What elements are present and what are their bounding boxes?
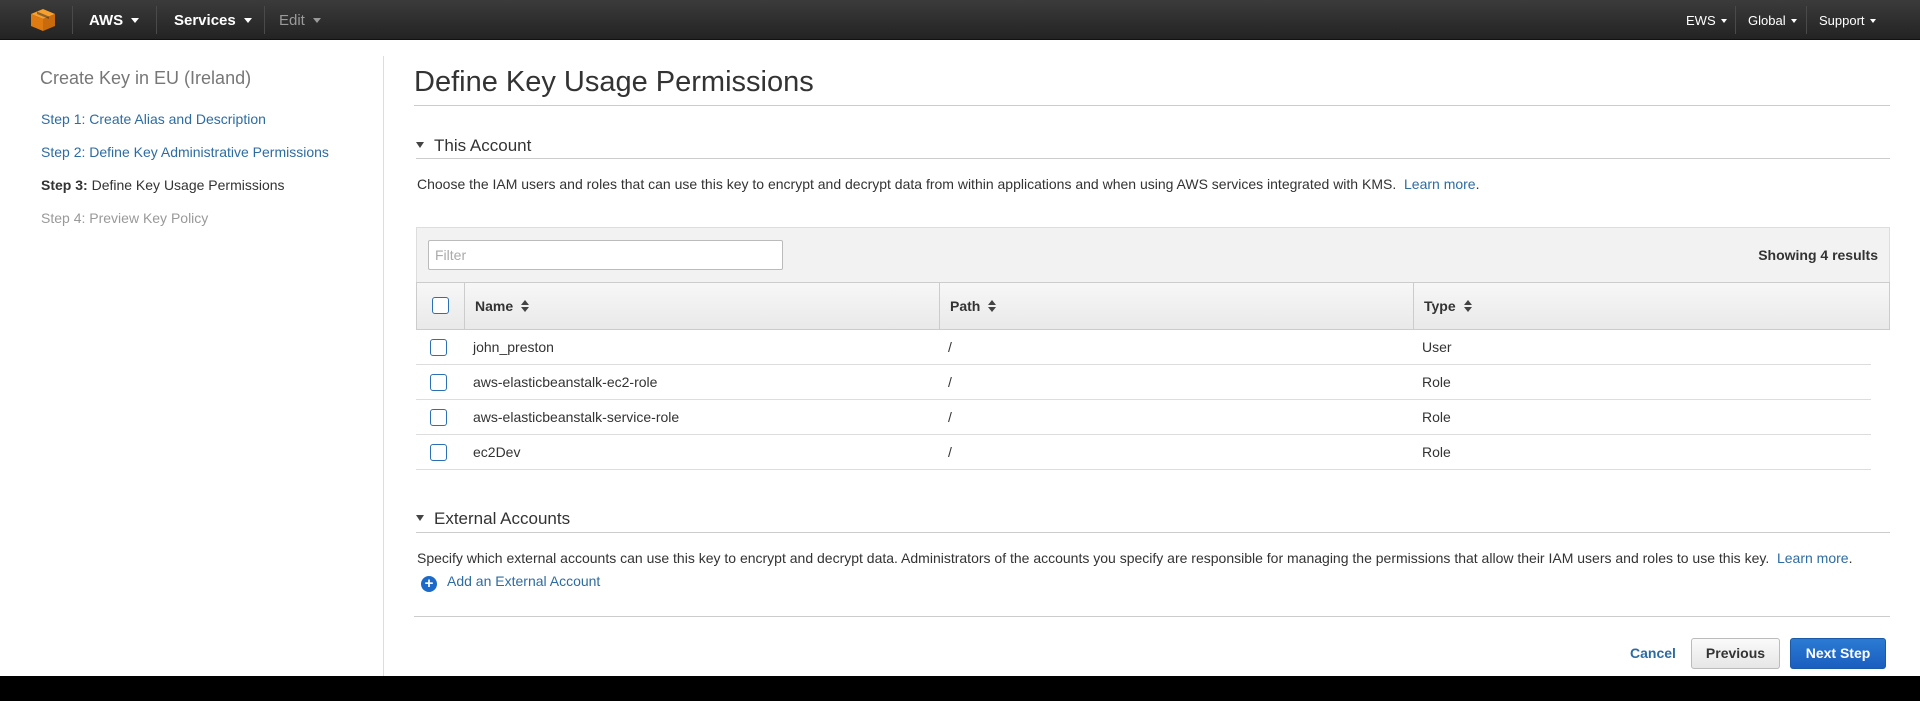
chevron-down-icon <box>1869 19 1876 23</box>
caret-down-icon <box>416 142 424 148</box>
services-menu-label: Services <box>174 12 236 29</box>
chevron-down-icon <box>1790 19 1797 23</box>
table-row[interactable]: aws-elasticbeanstalk-ec2-role / Role <box>416 365 1871 400</box>
caret-down-icon <box>416 515 424 521</box>
external-accounts-description-text: Specify which external accounts can use … <box>417 550 1770 566</box>
services-menu[interactable]: Services <box>174 12 252 29</box>
plus-circle-icon: + <box>421 576 437 592</box>
row-checkbox[interactable] <box>430 409 447 426</box>
filter-input[interactable] <box>428 240 783 270</box>
nav-separator <box>264 6 265 34</box>
row-path: / <box>948 374 952 390</box>
region-menu[interactable]: Global <box>1748 13 1797 28</box>
results-count: Showing 4 results <box>1758 247 1878 263</box>
content-area: Create Key in EU (Ireland) Step 1: Creat… <box>0 40 1920 676</box>
section-divider <box>416 158 1890 159</box>
this-account-heading[interactable]: This Account <box>416 136 531 156</box>
add-external-account-link[interactable]: + Add an External Account <box>421 573 600 592</box>
sidebar-title: Create Key in EU (Ireland) <box>40 68 252 88</box>
sidebar-step-2[interactable]: Step 2: Define Key Administrative Permis… <box>41 144 329 160</box>
row-checkbox[interactable] <box>430 374 447 391</box>
nav-separator <box>72 6 73 34</box>
region-menu-label: Global <box>1748 13 1786 28</box>
chevron-down-icon <box>1720 19 1727 23</box>
column-header-type-label: Type <box>1424 298 1456 314</box>
aws-cube-logo-icon[interactable] <box>30 8 56 32</box>
add-external-account-label: Add an External Account <box>447 573 601 589</box>
row-checkbox[interactable] <box>430 339 447 356</box>
row-path: / <box>948 409 952 425</box>
sidebar-step-1[interactable]: Step 1: Create Alias and Description <box>41 111 266 127</box>
row-checkbox[interactable] <box>430 444 447 461</box>
principals-table: Showing 4 results Name Path Type john_pr… <box>416 227 1890 470</box>
support-menu-label: Support <box>1819 13 1865 28</box>
sort-icon <box>988 300 997 312</box>
column-header-name[interactable]: Name <box>464 283 939 329</box>
row-type: User <box>1422 339 1452 355</box>
chevron-down-icon <box>312 18 321 23</box>
select-all-checkbox[interactable] <box>432 297 449 314</box>
column-header-path[interactable]: Path <box>939 283 1413 329</box>
support-menu[interactable]: Support <box>1819 13 1876 28</box>
sidebar-step-3-prefix: Step 3: <box>41 177 88 193</box>
account-menu-label: EWS <box>1686 13 1716 28</box>
sidebar-step-3-label: Define Key Usage Permissions <box>91 177 285 193</box>
aws-menu[interactable]: AWS <box>89 12 140 29</box>
column-header-path-label: Path <box>950 298 981 314</box>
page-title: Define Key Usage Permissions <box>414 66 814 98</box>
title-divider <box>414 105 1890 106</box>
aws-menu-label: AWS <box>89 12 124 29</box>
next-step-button[interactable]: Next Step <box>1790 638 1886 669</box>
row-path: / <box>948 444 952 460</box>
select-all-cell <box>417 283 464 329</box>
nav-separator <box>1735 6 1736 34</box>
table-row[interactable]: aws-elasticbeanstalk-service-role / Role <box>416 400 1871 435</box>
learn-more-period: . <box>1475 176 1480 192</box>
account-menu[interactable]: EWS <box>1686 13 1727 28</box>
this-account-description: Choose the IAM users and roles that can … <box>417 176 1479 192</box>
learn-more-link[interactable]: Learn more <box>1777 550 1849 566</box>
table-row[interactable]: john_preston / User <box>416 330 1871 365</box>
cancel-button[interactable]: Cancel <box>1620 638 1686 669</box>
edit-menu-label: Edit <box>279 12 305 29</box>
this-account-heading-label: This Account <box>434 136 532 155</box>
chevron-down-icon <box>243 18 252 23</box>
external-accounts-description: Specify which external accounts can use … <box>417 550 1852 566</box>
nav-separator <box>156 6 157 34</box>
learn-more-link[interactable]: Learn more <box>1404 176 1476 192</box>
nav-separator <box>1806 6 1807 34</box>
row-path: / <box>948 339 952 355</box>
sidebar-step-4: Step 4: Preview Key Policy <box>41 210 209 226</box>
row-type: Role <box>1422 444 1451 460</box>
table-header: Name Path Type <box>416 282 1890 330</box>
row-name: john_preston <box>473 339 554 355</box>
section-divider <box>416 532 1890 533</box>
column-header-name-label: Name <box>475 298 514 314</box>
footer-divider <box>414 616 1890 617</box>
sidebar-step-3: Step 3: Define Key Usage Permissions <box>41 177 285 193</box>
table-row[interactable]: ec2Dev / Role <box>416 435 1871 470</box>
row-type: Role <box>1422 409 1451 425</box>
table-toolbar: Showing 4 results <box>416 227 1890 283</box>
sidebar-divider <box>383 56 384 676</box>
row-name: ec2Dev <box>473 444 521 460</box>
edit-menu[interactable]: Edit <box>279 12 321 29</box>
column-header-type[interactable]: Type <box>1413 283 1889 329</box>
chevron-down-icon <box>131 18 140 23</box>
external-accounts-heading[interactable]: External Accounts <box>416 509 570 529</box>
row-name: aws-elasticbeanstalk-service-role <box>473 409 680 425</box>
row-type: Role <box>1422 374 1451 390</box>
external-accounts-heading-label: External Accounts <box>434 509 571 528</box>
this-account-description-text: Choose the IAM users and roles that can … <box>417 176 1397 192</box>
learn-more-period: . <box>1848 550 1853 566</box>
previous-button[interactable]: Previous <box>1691 638 1780 669</box>
row-name: aws-elasticbeanstalk-ec2-role <box>473 374 658 390</box>
top-navigation-bar: AWS Services Edit EWS Global Support <box>0 0 1920 40</box>
sort-icon <box>1463 300 1472 312</box>
sort-icon <box>521 300 530 312</box>
